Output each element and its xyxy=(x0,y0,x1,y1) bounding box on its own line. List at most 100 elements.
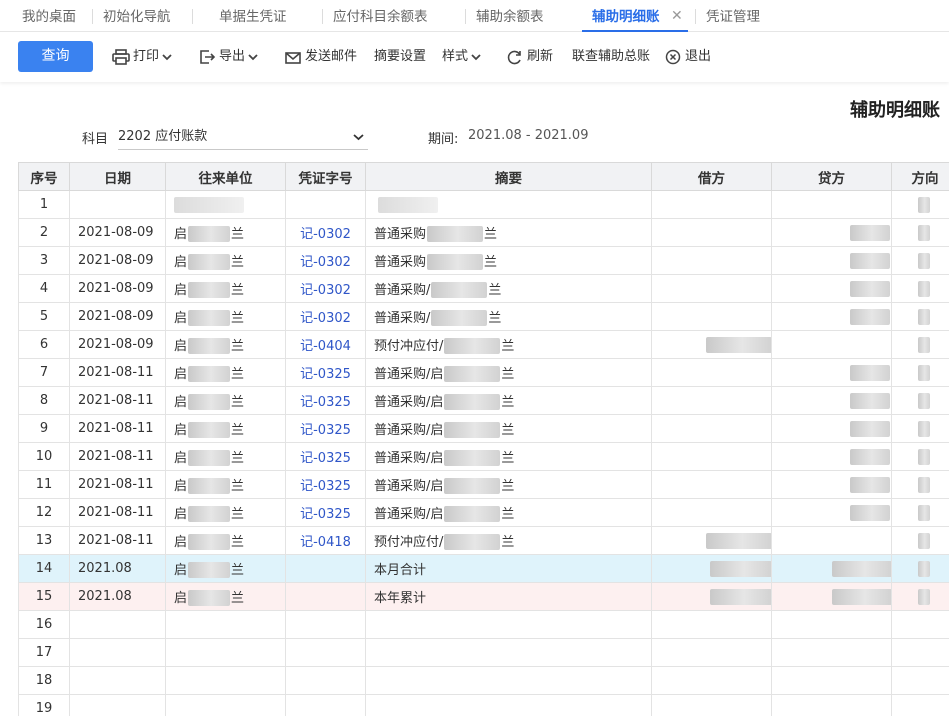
summary-suffix: 兰 xyxy=(501,534,515,550)
counterparty-cell xyxy=(165,610,286,639)
date-cell: 2021-08-09 xyxy=(69,218,166,247)
chevron-down-icon xyxy=(248,53,258,60)
tab-voucher-management[interactable]: 凭证管理 xyxy=(706,0,760,32)
voucher-link xyxy=(285,190,366,219)
table-row[interactable]: 6 2021-08-09 启兰记-0404 预付冲应付/兰 xyxy=(18,330,949,359)
counterparty-suffix: 兰 xyxy=(231,338,245,354)
column-header-no[interactable]: 序号 xyxy=(18,162,70,191)
summary-cell xyxy=(365,666,652,695)
column-header-unit[interactable]: 往来单位 xyxy=(165,162,286,191)
table-row[interactable]: 14 2021.08 启兰本月合计 xyxy=(18,554,949,583)
row-number-cell: 11 xyxy=(18,470,70,499)
refresh-button[interactable]: 刷新 xyxy=(506,41,553,72)
subject-label: 科目 xyxy=(82,132,109,147)
table-row[interactable]: 1 xyxy=(18,190,949,219)
voucher-link[interactable]: 记-0325 xyxy=(285,386,366,415)
direction-cell xyxy=(891,330,949,359)
send-email-button[interactable]: 发送邮件 xyxy=(284,41,357,72)
tab-close-icon[interactable]: ✕ xyxy=(671,0,683,33)
summary-cell: 普通采购/兰 xyxy=(365,302,652,331)
voucher-link[interactable]: 记-0325 xyxy=(285,414,366,443)
table-row[interactable]: 10 2021-08-11 启兰记-0325 普通采购/启兰 xyxy=(18,442,949,471)
redacted-mask xyxy=(710,588,771,605)
period-value[interactable]: 2021.08 - 2021.09 xyxy=(468,128,588,143)
row-number-cell: 10 xyxy=(18,442,70,471)
table-row[interactable]: 8 2021-08-11 启兰记-0325 普通采购/启兰 xyxy=(18,386,949,415)
tab-payable-balance[interactable]: 应付科目余额表 xyxy=(333,0,428,32)
redacted-mask xyxy=(188,506,231,523)
tab-my-desktop[interactable]: 我的桌面 xyxy=(22,0,76,32)
redacted-mask xyxy=(850,392,890,409)
summary-settings-button[interactable]: 摘要设置 xyxy=(374,41,426,72)
voucher-link[interactable]: 记-0418 xyxy=(285,526,366,555)
export-button[interactable]: 导出 xyxy=(198,41,261,72)
table-row[interactable]: 16 xyxy=(18,610,949,639)
row-number-cell: 15 xyxy=(18,582,70,611)
counterparty-cell xyxy=(165,666,286,695)
column-header-debit[interactable]: 借方 xyxy=(651,162,772,191)
counterparty-suffix: 兰 xyxy=(231,590,245,606)
tab-aux-balance[interactable]: 辅助余额表 xyxy=(476,0,544,32)
voucher-link[interactable]: 记-0325 xyxy=(285,442,366,471)
redacted-mask xyxy=(427,226,484,243)
voucher-link[interactable]: 记-0325 xyxy=(285,498,366,527)
redacted-mask xyxy=(918,336,930,353)
tab-init-guide[interactable]: 初始化导航 xyxy=(103,0,171,32)
credit-cell xyxy=(771,442,892,471)
linked-ledger-label: 联查辅助总账 xyxy=(572,49,651,64)
linked-ledger-button[interactable]: 联查辅助总账 xyxy=(572,41,650,72)
summary-suffix: 兰 xyxy=(501,394,515,410)
voucher-link[interactable]: 记-0325 xyxy=(285,470,366,499)
counterparty-cell: 启兰 xyxy=(165,442,286,471)
counterparty-suffix: 兰 xyxy=(231,394,245,410)
credit-cell xyxy=(771,190,892,219)
counterparty-suffix: 兰 xyxy=(231,562,245,578)
table-row[interactable]: 17 xyxy=(18,638,949,667)
column-header-date[interactable]: 日期 xyxy=(69,162,166,191)
direction-cell xyxy=(891,274,949,303)
tab-doc-to-voucher[interactable]: 单据生凭证 xyxy=(219,0,287,32)
column-header-voucher[interactable]: 凭证字号 xyxy=(285,162,366,191)
table-row[interactable]: 15 2021.08 启兰本年累计 xyxy=(18,582,949,611)
tab-aux-detail-ledger[interactable]: 辅助明细账 xyxy=(582,0,687,32)
counterparty-prefix: 启 xyxy=(174,394,188,410)
table-row[interactable]: 5 2021-08-09 启兰记-0302 普通采购/兰 xyxy=(18,302,949,331)
direction-cell xyxy=(891,498,949,527)
table-row[interactable]: 3 2021-08-09 启兰记-0302 普通采购兰 xyxy=(18,246,949,275)
table-row[interactable]: 18 xyxy=(18,666,949,695)
voucher-link[interactable]: 记-0404 xyxy=(285,330,366,359)
column-header-summary[interactable]: 摘要 xyxy=(365,162,652,191)
redacted-mask xyxy=(188,226,231,243)
toolbar: 查询 打印 导出 发送邮件 摘要设置 样式 刷新 联查辅助总账 退出 xyxy=(0,32,949,82)
table-row[interactable]: 12 2021-08-11 启兰记-0325 普通采购/启兰 xyxy=(18,498,949,527)
table-row[interactable]: 2 2021-08-09 启兰记-0302 普通采购兰 xyxy=(18,218,949,247)
exit-button[interactable]: 退出 xyxy=(664,41,711,72)
print-button[interactable]: 打印 xyxy=(112,41,175,72)
table-row[interactable]: 9 2021-08-11 启兰记-0325 普通采购/启兰 xyxy=(18,414,949,443)
debit-cell xyxy=(651,498,772,527)
table-row[interactable]: 7 2021-08-11 启兰记-0325 普通采购/启兰 xyxy=(18,358,949,387)
column-header-credit[interactable]: 贷方 xyxy=(771,162,892,191)
style-button[interactable]: 样式 xyxy=(442,41,484,72)
credit-cell xyxy=(771,582,892,611)
table-row[interactable]: 19 xyxy=(18,694,949,716)
voucher-link[interactable]: 记-0325 xyxy=(285,358,366,387)
table-row[interactable]: 13 2021-08-11 启兰记-0418 预付冲应付/兰 xyxy=(18,526,949,555)
credit-cell xyxy=(771,246,892,275)
subject-select[interactable]: 2202 应付账款 xyxy=(118,124,368,150)
row-number-cell: 16 xyxy=(18,610,70,639)
query-button[interactable]: 查询 xyxy=(18,41,93,72)
voucher-link[interactable]: 记-0302 xyxy=(285,246,366,275)
redacted-mask xyxy=(710,560,771,577)
column-header-direction[interactable]: 方向 xyxy=(891,162,949,191)
table-row[interactable]: 4 2021-08-09 启兰记-0302 普通采购/兰 xyxy=(18,274,949,303)
table-row[interactable]: 11 2021-08-11 启兰记-0325 普通采购/启兰 xyxy=(18,470,949,499)
style-label: 样式 xyxy=(442,49,469,64)
redacted-mask xyxy=(188,310,231,327)
summary-suffix: 兰 xyxy=(488,282,502,298)
summary-cell: 普通采购/启 兰 xyxy=(365,470,652,499)
voucher-link[interactable]: 记-0302 xyxy=(285,274,366,303)
debit-cell xyxy=(651,190,772,219)
voucher-link[interactable]: 记-0302 xyxy=(285,218,366,247)
voucher-link[interactable]: 记-0302 xyxy=(285,302,366,331)
